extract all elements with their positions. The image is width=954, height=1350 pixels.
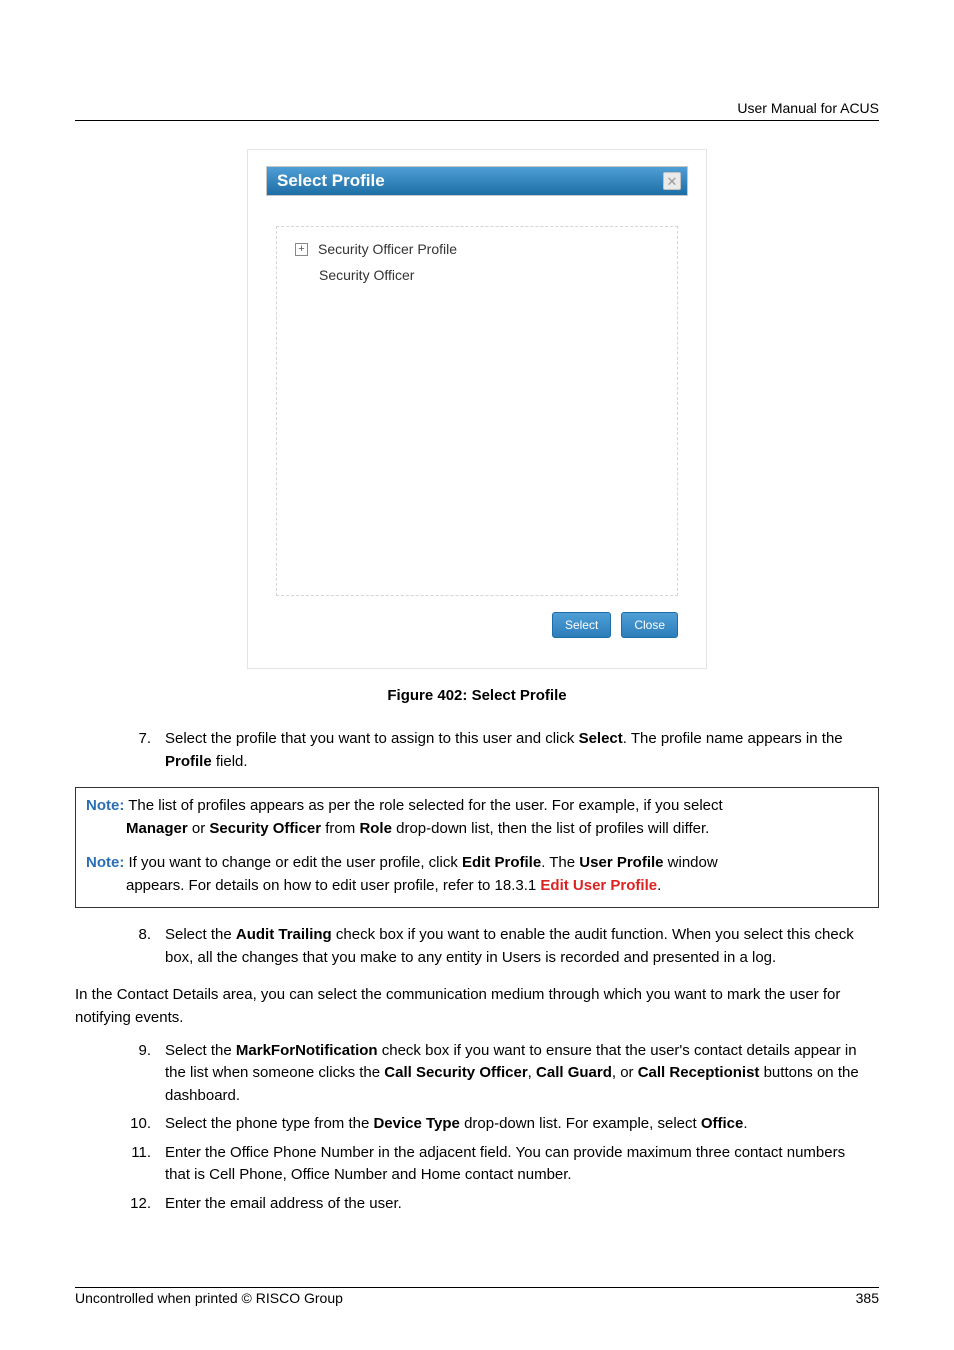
tree-root-row[interactable]: + Security Officer Profile: [295, 241, 667, 257]
list-item: 11. Enter the Office Phone Number in the…: [75, 1142, 879, 1187]
text: , or: [612, 1064, 638, 1081]
text-bold: Manager: [126, 820, 188, 837]
dialog-titlebar: Select Profile ✕: [266, 166, 688, 196]
text: or: [188, 820, 210, 837]
text: appears. For details on how to edit user…: [126, 877, 540, 894]
text: Enter the email address of the user.: [165, 1193, 879, 1216]
text: . The: [541, 854, 579, 871]
text: field.: [212, 753, 248, 770]
text: ,: [528, 1064, 536, 1081]
text: window: [664, 854, 718, 871]
list-item: 10. Select the phone type from the Devic…: [75, 1113, 879, 1136]
step-number: 7.: [75, 728, 165, 773]
text: Select the: [165, 926, 236, 943]
step-number: 8.: [75, 924, 165, 969]
note-label: Note:: [86, 854, 124, 871]
step-number: 9.: [75, 1040, 165, 1108]
list-item: 9. Select the MarkForNotification check …: [75, 1040, 879, 1108]
text-bold: Call Guard: [536, 1064, 612, 1081]
select-profile-dialog: Select Profile ✕ + Security Officer Prof…: [247, 149, 707, 669]
note-label: Note:: [86, 797, 124, 814]
figure-caption: Figure 402: Select Profile: [75, 687, 879, 704]
text: Select the phone type from the: [165, 1115, 373, 1132]
page-number: 385: [856, 1290, 879, 1306]
text-bold: Device Type: [373, 1115, 459, 1132]
text-bold: Role: [359, 820, 392, 837]
text: from: [321, 820, 359, 837]
text: . The profile name appears in the: [623, 730, 843, 747]
list-item: 8. Select the Audit Trailing check box i…: [75, 924, 879, 969]
text-bold: MarkForNotification: [236, 1042, 378, 1059]
footer-left: Uncontrolled when printed © RISCO Group: [75, 1290, 343, 1306]
text: .: [743, 1115, 747, 1132]
dialog-title: Select Profile: [277, 171, 385, 191]
tree-child-label: Security Officer: [319, 267, 414, 283]
text: Select the profile that you want to assi…: [165, 730, 579, 747]
text-bold: Call Security Officer: [384, 1064, 527, 1081]
step-number: 12.: [75, 1193, 165, 1216]
paragraph: In the Contact Details area, you can sel…: [75, 983, 879, 1030]
text: drop-down list. For example, select: [460, 1115, 701, 1132]
step-number: 10.: [75, 1113, 165, 1136]
text-bold: Audit Trailing: [236, 926, 332, 943]
text-bold: Office: [701, 1115, 744, 1132]
tree-root-label: Security Officer Profile: [318, 241, 457, 257]
profile-tree-panel: + Security Officer Profile Security Offi…: [276, 226, 678, 596]
text-bold: Select: [579, 730, 623, 747]
close-button[interactable]: Close: [621, 612, 678, 638]
text: drop-down list, then the list of profile…: [392, 820, 709, 837]
dialog-actions: Select Close: [276, 612, 678, 638]
text: .: [657, 877, 661, 894]
header-right-text: User Manual for ACUS: [75, 100, 879, 116]
text-bold: Security Officer: [209, 820, 321, 837]
edit-user-profile-link[interactable]: Edit User Profile: [540, 877, 657, 894]
tree-child-row[interactable]: Security Officer: [319, 267, 667, 283]
step-number: 11.: [75, 1142, 165, 1187]
page-header: User Manual for ACUS: [75, 100, 879, 121]
text-bold: User Profile: [579, 854, 663, 871]
note-box: Note: The list of profiles appears as pe…: [75, 787, 879, 908]
text: The list of profiles appears as per the …: [124, 797, 722, 814]
text-bold: Edit Profile: [462, 854, 541, 871]
text-bold: Profile: [165, 753, 212, 770]
list-item: 12. Enter the email address of the user.: [75, 1193, 879, 1216]
list-item: 7. Select the profile that you want to a…: [75, 728, 879, 773]
close-icon[interactable]: ✕: [663, 172, 681, 190]
text: Enter the Office Phone Number in the adj…: [165, 1142, 879, 1187]
text: If you want to change or edit the user p…: [124, 854, 462, 871]
text: Select the: [165, 1042, 236, 1059]
text-bold: Call Receptionist: [638, 1064, 760, 1081]
expand-icon[interactable]: +: [295, 243, 308, 256]
page-footer: Uncontrolled when printed © RISCO Group …: [75, 1287, 879, 1306]
select-button[interactable]: Select: [552, 612, 611, 638]
